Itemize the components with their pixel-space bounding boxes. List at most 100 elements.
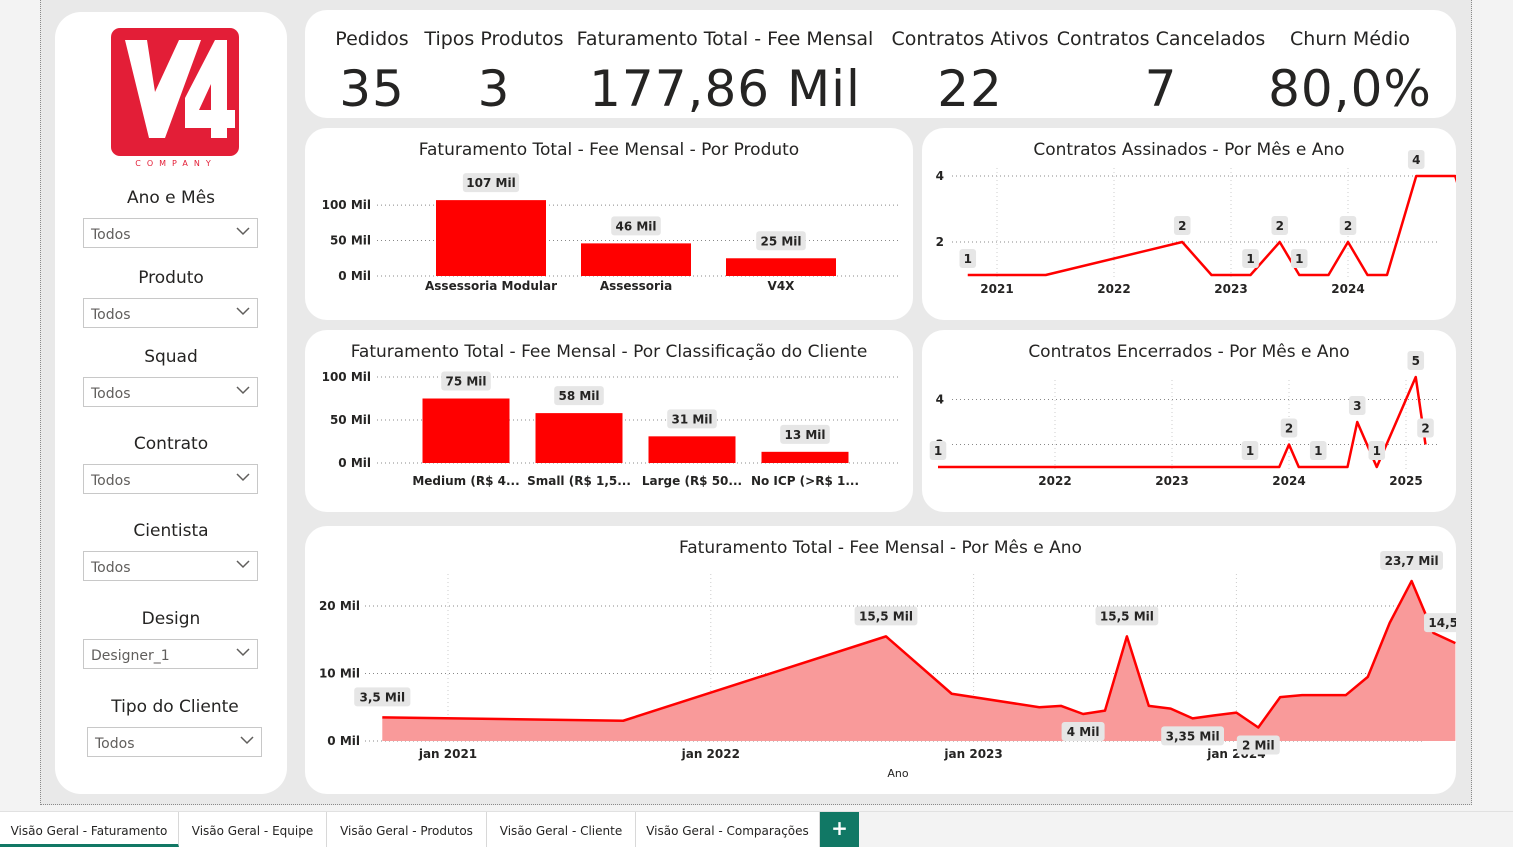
- chevron-down-icon: [236, 307, 250, 316]
- kpi-value-churn: 80,0%: [1268, 60, 1432, 118]
- data-label: 2: [1178, 219, 1186, 233]
- data-label: 1: [964, 252, 972, 266]
- bar: [726, 258, 836, 276]
- x-tick-label: jan 2022: [681, 747, 740, 761]
- data-label: 2: [1344, 219, 1352, 233]
- data-label: 1: [934, 444, 942, 458]
- x-tick-label: 2021: [980, 282, 1013, 296]
- chevron-down-icon: [236, 560, 250, 569]
- chart-card-faturamento-mes-ano: Faturamento Total - Fee Mensal - Por Mês…: [305, 526, 1456, 794]
- tab-visao-geral-comparacoes[interactable]: Visão Geral - Comparações: [636, 812, 820, 847]
- data-label: 15,5 Mil: [859, 609, 913, 623]
- bar: [581, 243, 691, 276]
- series-line: [967, 174, 1456, 277]
- data-label: 25 Mil: [760, 234, 801, 248]
- x-tick-label: 2025: [1389, 474, 1422, 488]
- chart-card-por-classificacao: Faturamento Total - Fee Mensal - Por Cla…: [305, 330, 913, 512]
- filter-dropdown-cientista[interactable]: Todos: [83, 551, 258, 581]
- data-label: 3,5 Mil: [359, 690, 405, 704]
- chevron-down-icon: [236, 386, 250, 395]
- data-label: 2: [1276, 219, 1284, 233]
- x-tick-label: No ICP (>R$ 1...: [751, 474, 859, 488]
- y-tick-label: 0 Mil: [338, 456, 371, 470]
- filter-label-tipo-cliente: Tipo do Cliente: [111, 697, 239, 717]
- x-tick-label: Small (R$ 1,5...: [527, 474, 631, 488]
- tab-visao-geral-faturamento[interactable]: Visão Geral - Faturamento: [0, 812, 179, 847]
- data-label: 3,35 Mil: [1166, 729, 1220, 743]
- y-tick-label: 0 Mil: [327, 734, 360, 748]
- x-tick-label: 2024: [1331, 282, 1364, 296]
- line-chart-contratos-encerrados[interactable]: 24202220232024202511213152: [922, 330, 1456, 512]
- chevron-down-icon: [236, 473, 250, 482]
- kpi-value-faturamento: 177,86 Mil: [589, 60, 861, 118]
- x-tick-label: Large (R$ 50...: [642, 474, 742, 488]
- filter-dropdown-ano-mes[interactable]: Todos: [83, 218, 258, 248]
- bar-chart-por-classificacao[interactable]: 0 Mil 50 Mil 100 Mil 75 Mil Medium (R$ 4... 5…: [305, 330, 913, 512]
- data-label: 1: [1295, 252, 1303, 266]
- filter-dropdown-squad[interactable]: Todos: [83, 377, 258, 407]
- logo-subtext: COMPANY: [135, 159, 216, 168]
- filter-value: Todos: [91, 560, 131, 576]
- data-label: 31 Mil: [671, 412, 712, 426]
- filter-value: Todos: [95, 736, 135, 752]
- kpi-value-tipos-produtos: 3: [477, 60, 511, 118]
- tab-visao-geral-equipe[interactable]: Visão Geral - Equipe: [179, 812, 327, 847]
- kpi-label-tipos-produtos: Tipos Produtos: [424, 28, 564, 50]
- v4-company-logo: COMPANY: [111, 28, 241, 168]
- data-label: 107 Mil: [466, 176, 515, 190]
- data-label: 14,5 Mil: [1428, 616, 1456, 630]
- kpi-label-faturamento: Faturamento Total - Fee Mensal: [576, 28, 874, 50]
- filter-dropdown-tipo-cliente[interactable]: Todos: [87, 727, 262, 757]
- x-tick-label: 2023: [1214, 282, 1247, 296]
- bar-chart-por-produto[interactable]: 0 Mil 50 Mil 100 Mil 107 Mil Assessoria Modu…: [305, 128, 913, 320]
- x-tick-label: Assessoria: [600, 279, 672, 293]
- kpi-value-contratos-ativos: 22: [937, 60, 1003, 118]
- filter-sidebar: COMPANY Ano e Mês Todos Produto Todos Sq…: [55, 12, 287, 794]
- data-label: 3: [1353, 399, 1361, 413]
- data-label: 4: [1412, 153, 1420, 167]
- x-tick-label: Medium (R$ 4...: [412, 474, 519, 488]
- kpi-label-pedidos: Pedidos: [335, 28, 409, 50]
- filter-dropdown-produto[interactable]: Todos: [83, 298, 258, 328]
- data-label: 1: [1314, 444, 1322, 458]
- kpi-panel: Pedidos 35 Tipos Produtos 3 Faturamento …: [305, 10, 1456, 118]
- filter-value: Todos: [91, 473, 131, 489]
- data-label: 15,5 Mil: [1100, 609, 1154, 623]
- filter-value: Todos: [91, 227, 131, 243]
- add-page-button[interactable]: +: [820, 812, 859, 847]
- data-label: 2: [1285, 422, 1293, 436]
- line-chart-contratos-assinados[interactable]: 24202120222023202412121242: [922, 128, 1456, 320]
- area-fill: [382, 581, 1456, 741]
- filter-dropdown-contrato[interactable]: Todos: [83, 464, 258, 494]
- x-tick-label: 2022: [1097, 282, 1130, 296]
- bar: [436, 200, 546, 276]
- data-label: 2 Mil: [1242, 739, 1275, 753]
- area-chart-faturamento-mes-ano[interactable]: 0 Mil 10 Mil 20 Mil jan 2021 jan 2022 jan 202…: [305, 526, 1456, 794]
- bar: [761, 451, 849, 463]
- kpi-value-pedidos: 35: [339, 60, 405, 118]
- y-tick-label: 10 Mil: [319, 667, 360, 681]
- data-label: 58 Mil: [558, 389, 599, 403]
- tab-visao-geral-produtos[interactable]: Visão Geral - Produtos: [327, 812, 487, 847]
- x-tick-label: V4X: [768, 279, 796, 293]
- data-label: 46 Mil: [615, 219, 656, 233]
- kpi-label-churn: Churn Médio: [1290, 28, 1410, 50]
- tab-visao-geral-cliente[interactable]: Visão Geral - Cliente: [487, 812, 636, 847]
- data-label: 75 Mil: [445, 375, 486, 389]
- chart-card-por-produto: Faturamento Total - Fee Mensal - Por Pro…: [305, 128, 913, 320]
- y-tick-label: 100 Mil: [322, 370, 371, 384]
- x-tick-label: Assessoria Modular: [425, 279, 557, 293]
- filter-label-produto: Produto: [138, 268, 204, 288]
- kpi-value-contratos-cancelados: 7: [1144, 60, 1178, 118]
- chart-card-contratos-assinados: Contratos Assinados - Por Mês e Ano 2 4 20…: [922, 128, 1456, 320]
- filter-value: Designer_1: [91, 648, 170, 664]
- y-tick-label: 20 Mil: [319, 599, 360, 613]
- y-tick-label: 50 Mil: [330, 413, 371, 427]
- filter-dropdown-design[interactable]: Designer_1: [83, 639, 258, 669]
- y-tick-label: 100 Mil: [322, 198, 371, 212]
- data-label: 4 Mil: [1067, 725, 1100, 739]
- bar: [422, 398, 510, 463]
- x-tick-label: 2022: [1038, 474, 1071, 488]
- chevron-down-icon: [240, 736, 254, 745]
- series-line: [938, 375, 1427, 469]
